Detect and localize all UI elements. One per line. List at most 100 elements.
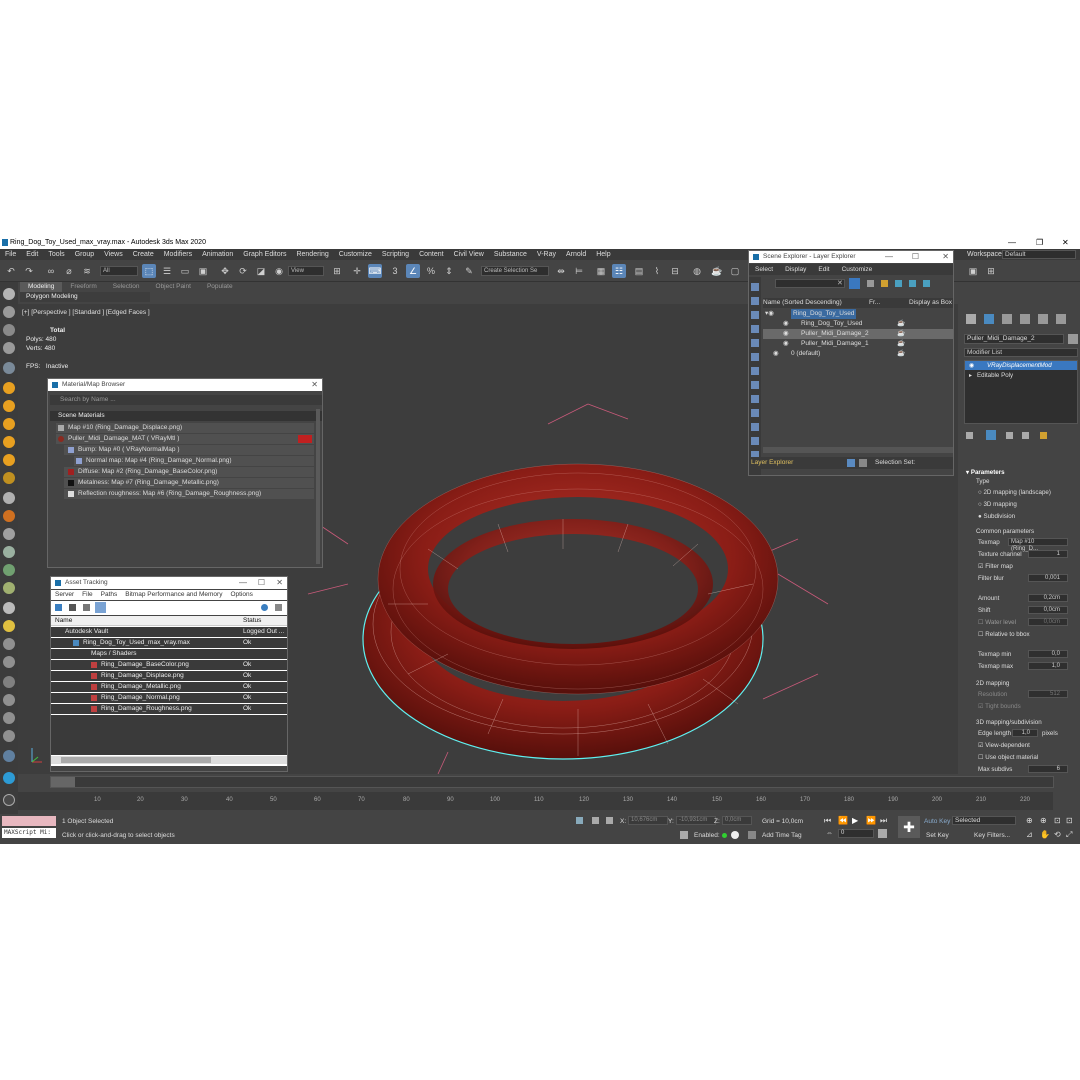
display-tab-icon[interactable] [1038, 314, 1048, 324]
material-item[interactable]: Map #10 (Ring_Damage_Displace.png) [56, 423, 314, 433]
refresh-icon[interactable] [55, 604, 62, 611]
percent-snap-icon[interactable]: % [424, 264, 438, 278]
render-icon[interactable]: ☕ [897, 319, 905, 329]
display-geometry-icon[interactable] [751, 283, 759, 291]
isolate-selection-icon[interactable] [576, 817, 583, 824]
time-configuration-icon[interactable] [878, 829, 887, 838]
redo-icon[interactable]: ↷ [22, 264, 36, 278]
clear-search-icon[interactable]: ✕ [837, 279, 843, 287]
eye-icon[interactable]: ▾◉ [765, 309, 774, 319]
placement-icon[interactable]: ◉ [272, 264, 286, 278]
display-shapes-icon[interactable] [751, 297, 759, 305]
layer-row[interactable]: ▾◉ Ring_Dog_Toy_Used [763, 309, 953, 319]
hierarchy-tab-icon[interactable] [1002, 314, 1012, 324]
amount-spinner[interactable]: 0,2cm [1028, 594, 1068, 602]
utilities-tab-icon[interactable] [1056, 314, 1066, 324]
schematic-view-icon[interactable]: ⊟ [668, 264, 682, 278]
explorer-type-dropdown[interactable]: Layer Explorer [751, 457, 793, 469]
scatter-icon[interactable] [3, 582, 15, 594]
menu-civil-view[interactable]: Civil View [449, 249, 489, 260]
menu-scripting[interactable]: Scripting [377, 249, 414, 260]
spinner-snap-icon[interactable]: ⇕ [442, 264, 456, 278]
scrollbar-thumb[interactable] [61, 757, 211, 763]
time-slider[interactable] [50, 776, 1054, 788]
material-item[interactable]: Puller_Midi_Damage_MAT ( VRayMtl ) [56, 434, 314, 444]
menu-animation[interactable]: Animation [197, 249, 238, 260]
minimize-icon[interactable]: — [239, 577, 247, 589]
edit-named-selection-icon[interactable]: ✎ [462, 264, 476, 278]
menu-edit[interactable]: Edit [812, 264, 835, 275]
axis-icon[interactable] [3, 750, 15, 762]
bind-spacewarp-icon[interactable]: ≋ [80, 264, 94, 278]
omni-light-icon[interactable] [3, 454, 15, 466]
motion-tab-icon[interactable] [1020, 314, 1030, 324]
menu-vray[interactable]: V-Ray [532, 249, 561, 260]
tab-modeling[interactable]: Modeling [20, 282, 63, 292]
vray-toolbar-icon[interactable]: ▣ [966, 264, 980, 278]
create-tab-icon[interactable] [966, 314, 976, 324]
menu-file[interactable]: File [0, 249, 21, 260]
maxscript-mini-listener[interactable]: MAXScript Mi: [2, 828, 56, 838]
tab-object-paint[interactable]: Object Paint [148, 282, 199, 292]
zoom-extents-icon[interactable]: ⊡ [1054, 816, 1061, 825]
radio-3d-mapping[interactable]: ○ 3D mapping [978, 500, 1017, 509]
current-frame-field[interactable]: 0 [838, 829, 874, 838]
auto-key-button[interactable]: Auto Key [924, 818, 950, 825]
display-frozen-icon[interactable] [751, 423, 759, 431]
eye-icon[interactable]: ◉ [783, 329, 789, 339]
set-key-button-icon[interactable]: ✚ [898, 816, 920, 838]
maximize-icon[interactable]: ☐ [258, 577, 265, 589]
layer-row[interactable]: ◉ 0 (default) ☕ [763, 349, 953, 359]
window-crossing-icon[interactable]: ▣ [196, 264, 210, 278]
x-coordinate-field[interactable]: 10,676cm [628, 816, 668, 825]
menu-display[interactable]: Display [779, 264, 812, 275]
material-editor-icon[interactable]: ◍ [690, 264, 704, 278]
texmap-max-spinner[interactable]: 1,0 [1028, 662, 1068, 670]
menu-modifiers[interactable]: Modifiers [159, 249, 197, 260]
eye-icon[interactable]: ◉ [783, 339, 789, 349]
table-row[interactable]: Autodesk Vault Logged Out ... [51, 627, 287, 637]
menu-arnold[interactable]: Arnold [561, 249, 591, 260]
select-layer-icon[interactable] [909, 280, 916, 287]
zoom-extents-all-icon[interactable]: ⊡ [1066, 816, 1073, 825]
minimize-button[interactable]: — [1008, 236, 1016, 249]
tab-populate[interactable]: Populate [199, 282, 241, 292]
select-scale-icon[interactable]: ◪ [254, 264, 268, 278]
menu-options[interactable]: Options [226, 590, 256, 600]
selection-lock-icon[interactable] [592, 817, 599, 824]
menu-help[interactable]: Help [591, 249, 615, 260]
eye-icon[interactable]: ◉ [783, 319, 789, 329]
sky-icon[interactable] [3, 472, 15, 484]
next-frame-icon[interactable]: ⏩ [866, 816, 876, 825]
fur-icon[interactable] [3, 694, 15, 706]
grid-icon[interactable] [3, 676, 15, 688]
relative-bbox-checkbox[interactable]: ☐ Relative to bbox [978, 630, 1030, 639]
menu-tools[interactable]: Tools [43, 249, 69, 260]
material-item[interactable]: Normal map: Map #4 (Ring_Damage_Normal.p… [74, 456, 314, 466]
display-cameras-icon[interactable] [751, 325, 759, 333]
menu-paths[interactable]: Paths [97, 590, 122, 600]
show-end-result-icon[interactable] [986, 430, 996, 440]
use-object-material-checkbox[interactable]: ☐ Use object material [978, 753, 1038, 762]
object-row[interactable]: ◉ Puller_Midi_Damage_1 ☕ [763, 339, 953, 349]
display-helpers-icon[interactable] [751, 339, 759, 347]
new-layer-icon[interactable] [881, 280, 888, 287]
view-dependent-checkbox[interactable]: ☑ View-dependent [978, 741, 1030, 750]
shape-icon[interactable] [3, 362, 15, 374]
pan-icon[interactable]: ✋ [1040, 830, 1050, 839]
curve-editor-icon[interactable]: ⌇ [650, 264, 664, 278]
adaptive-degradation-icon[interactable] [680, 831, 688, 839]
list-view-icon[interactable] [69, 604, 76, 611]
water-level-checkbox[interactable]: ☐ Water level [978, 618, 1016, 627]
texmap-min-spinner[interactable]: 0,0 [1028, 650, 1068, 658]
orbit-icon[interactable]: ⟲ [1054, 830, 1061, 839]
tab-selection[interactable]: Selection [105, 282, 148, 292]
object-row[interactable]: ◉ Puller_Midi_Damage_2 ☕ [763, 329, 953, 339]
select-move-icon[interactable]: ✥ [218, 264, 232, 278]
filter-blur-spinner[interactable]: 0,001 [1028, 574, 1068, 582]
menu-graph-editors[interactable]: Graph Editors [238, 249, 291, 260]
scene-explorer-icon[interactable]: ▦ [594, 264, 608, 278]
table-row[interactable]: Ring_Damage_Metallic.png Ok [51, 682, 287, 692]
tree-view-icon[interactable] [83, 604, 90, 611]
display-xrefs-icon[interactable] [751, 381, 759, 389]
